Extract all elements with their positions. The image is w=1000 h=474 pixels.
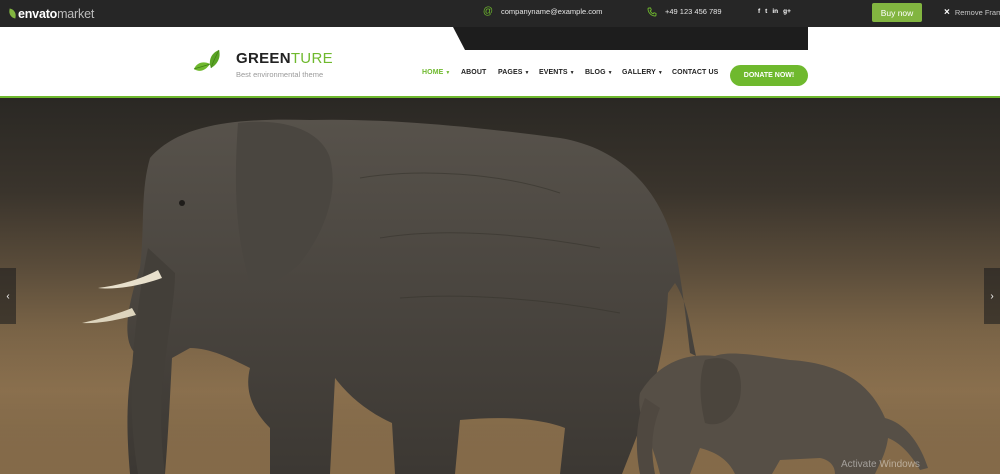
site-logo-title[interactable]: GREENTURE <box>236 50 333 67</box>
buy-now-button[interactable]: Buy now <box>872 3 922 22</box>
chevron-down-icon: ▼ <box>445 69 451 76</box>
twitter-icon[interactable]: t <box>765 8 767 15</box>
nav-home-label: HOME <box>422 69 444 76</box>
facebook-icon[interactable]: f <box>758 8 760 15</box>
donate-now-button[interactable]: DONATE NOW! <box>730 65 808 86</box>
envato-market-logo[interactable]: envato market <box>8 6 95 21</box>
envato-leaf-icon <box>8 8 17 19</box>
chevron-down-icon: ▼ <box>524 69 530 76</box>
hero-elephant-image <box>0 119 1000 474</box>
chevron-down-icon: ▼ <box>569 69 575 76</box>
logo-title-light: TURE <box>290 50 333 67</box>
linkedin-icon[interactable]: in <box>772 8 778 15</box>
nav-events-label: EVENTS <box>539 69 568 76</box>
nav-home[interactable]: HOME ▼ <box>422 69 450 76</box>
contact-phone-text: +49 123 456 789 <box>665 7 722 16</box>
remove-frame-link[interactable]: × Remove Frame <box>944 7 1000 18</box>
social-links: f t in g+ <box>758 0 791 23</box>
slider-prev-button[interactable]: ‹ <box>0 268 16 324</box>
chevron-down-icon: ▼ <box>657 69 663 76</box>
hero-slider <box>0 98 1000 474</box>
contact-email[interactable]: @ companyname@example.com <box>482 0 603 23</box>
email-at-icon: @ <box>482 5 494 17</box>
close-icon: × <box>944 7 950 18</box>
contact-phone[interactable]: +49 123 456 789 <box>647 0 722 23</box>
phone-icon <box>647 7 657 17</box>
nav-blog[interactable]: BLOG ▼ <box>585 69 613 76</box>
nav-contact-us[interactable]: CONTACT US <box>672 69 718 76</box>
nav-pages[interactable]: PAGES ▼ <box>498 69 530 76</box>
contact-strip <box>453 27 808 50</box>
nav-about[interactable]: ABOUT <box>461 69 486 76</box>
nav-events[interactable]: EVENTS ▼ <box>539 69 575 76</box>
google-plus-icon[interactable]: g+ <box>783 8 791 15</box>
slider-next-button[interactable]: › <box>984 268 1000 324</box>
site-tagline: Best environmental theme <box>236 70 324 79</box>
nav-blog-label: BLOG <box>585 69 606 76</box>
nav-gallery[interactable]: GALLERY ▼ <box>622 69 663 76</box>
nav-gallery-label: GALLERY <box>622 69 656 76</box>
leaf-logo-icon[interactable] <box>193 49 223 77</box>
nav-about-label: ABOUT <box>461 69 487 76</box>
envato-market-text: market <box>57 6 95 21</box>
chevron-down-icon: ▼ <box>607 69 613 76</box>
nav-contact-us-label: CONTACT US <box>672 69 719 76</box>
remove-frame-label: Remove Frame <box>954 8 1000 17</box>
logo-title-bold: GREEN <box>236 50 291 67</box>
activate-windows-watermark: Activate Windows <box>841 459 920 470</box>
envato-brand-text: envato <box>18 6 58 21</box>
contact-email-text: companyname@example.com <box>501 7 603 16</box>
nav-pages-label: PAGES <box>498 69 523 76</box>
